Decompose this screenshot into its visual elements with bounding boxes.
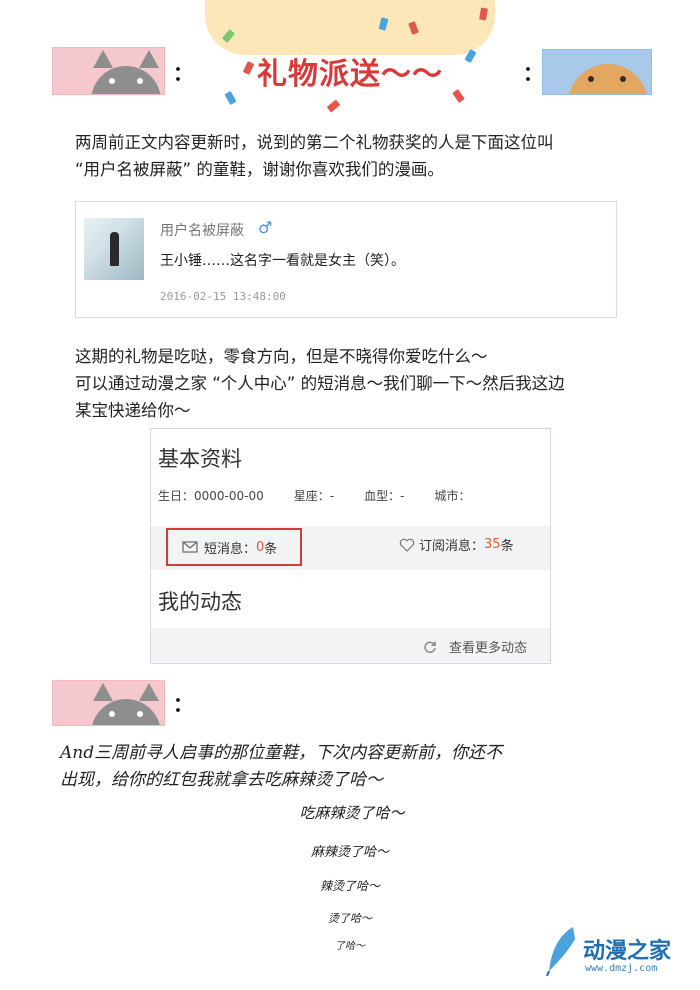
- short-message-count: 0: [256, 539, 265, 555]
- header-banner: 礼物派送～～: [205, 0, 495, 120]
- cat-face-icon: [91, 66, 161, 94]
- fading-line-4: 烫了哈～: [328, 912, 372, 925]
- speaker-colon-left: ：: [173, 61, 193, 85]
- cat-face-icon: [91, 699, 161, 725]
- subscription-count: 35: [484, 537, 501, 552]
- speaker-colon-closing: ：: [173, 692, 193, 716]
- subscription-unit: 条: [500, 539, 514, 554]
- cat-eye: [137, 78, 143, 84]
- cat-avatar-tile: [52, 680, 165, 726]
- fading-line-3: 辣烫了哈～: [319, 879, 380, 893]
- comment-username[interactable]: 用户名被屏蔽: [160, 220, 244, 240]
- activity-title: 我的动态: [158, 590, 242, 614]
- cat-eye: [109, 78, 115, 84]
- comment-timestamp: 2016-02-15 13:48:00: [160, 290, 286, 303]
- male-icon: ♂: [258, 218, 273, 237]
- short-message-link[interactable]: 短消息： 0 条: [166, 528, 302, 566]
- feather-logo-icon: [546, 927, 575, 977]
- gift-line-1: 这期的礼物是吃哒，零食方向，但是不晓得你爱吃什么～: [75, 347, 488, 366]
- user-avatar[interactable]: [84, 218, 144, 280]
- subscription-message-link[interactable]: 订阅消息： 35 条: [399, 535, 514, 554]
- cat-ear-right: [139, 683, 159, 701]
- cat-ear-left: [93, 683, 113, 701]
- gift-line-3: 某宝快递给你～: [75, 401, 191, 420]
- view-more-activity-link[interactable]: 查看更多动态: [423, 637, 527, 656]
- confetti: [326, 99, 341, 113]
- profile-fields: 生日：0000-00-00 星座：- 血型：- 城市：: [158, 487, 500, 504]
- site-logo[interactable]: 动漫之家 www.dmzj.com: [545, 925, 695, 983]
- gift-line-2: 可以通过动漫之家 “个人中心” 的短消息～我们聊一下～然后我这边: [75, 374, 565, 393]
- birthday-field: 生日：0000-00-00: [158, 489, 264, 503]
- refresh-icon: [424, 641, 436, 653]
- cat-ear-left: [93, 50, 113, 68]
- constellation-field: 星座：-: [293, 489, 335, 503]
- dog-face-icon: [568, 64, 648, 94]
- short-message-unit: 条: [264, 541, 278, 557]
- dog-avatar-tile: [542, 49, 652, 95]
- page-title: 礼物派送～～: [257, 57, 443, 92]
- comment-card: 用户名被屏蔽 ♂ 王小锤……这名字一看就是女主（笑）。 2016-02-15 1…: [75, 201, 617, 318]
- cat-avatar-tile: [52, 47, 165, 95]
- cat-ear-right: [139, 50, 159, 68]
- comment-text: 王小锤……这名字一看就是女主（笑）。: [160, 253, 405, 269]
- message-bar: 短消息： 0 条 订阅消息： 35 条: [151, 526, 550, 570]
- fading-line-1: 吃麻辣烫了哈～: [299, 804, 405, 822]
- confetti: [224, 91, 237, 105]
- intro-line-1: 两周前正文内容更新时，说到的第二个礼物获奖的人是下面这位叫: [75, 133, 554, 152]
- speaker-colon-right: ：: [523, 61, 543, 85]
- dog-eye: [588, 76, 594, 82]
- envelope-icon: [182, 541, 198, 553]
- intro-line-2: “用户名被屏蔽” 的童鞋，谢谢你喜欢我们的漫画。: [75, 160, 444, 179]
- logo-name: 动漫之家: [583, 939, 672, 964]
- profile-card: 基本资料 生日：0000-00-00 星座：- 血型：- 城市： 短消息： 0 …: [150, 428, 551, 664]
- activity-bar: 查看更多动态: [151, 628, 550, 662]
- closing-line-2: 出现，给你的红包我就拿去吃麻辣烫了哈～: [60, 770, 383, 790]
- person-silhouette: [110, 232, 119, 266]
- short-message-label: 短消息：: [204, 541, 257, 557]
- subscription-label: 订阅消息：: [419, 539, 485, 554]
- view-more-label: 查看更多动态: [449, 641, 528, 656]
- logo-url: www.dmzj.com: [585, 963, 658, 974]
- closing-line-1: And三周前寻人启事的那位童鞋，下次内容更新前，你还不: [60, 743, 503, 763]
- blood-type-field: 血型：-: [364, 489, 405, 503]
- heart-icon: [399, 538, 415, 552]
- cat-eye: [109, 711, 115, 717]
- city-field: 城市：: [434, 489, 471, 503]
- dog-eye: [620, 76, 626, 82]
- fading-line-2: 麻辣烫了哈～: [310, 845, 389, 860]
- profile-title: 基本资料: [158, 447, 242, 471]
- cat-eye: [137, 711, 143, 717]
